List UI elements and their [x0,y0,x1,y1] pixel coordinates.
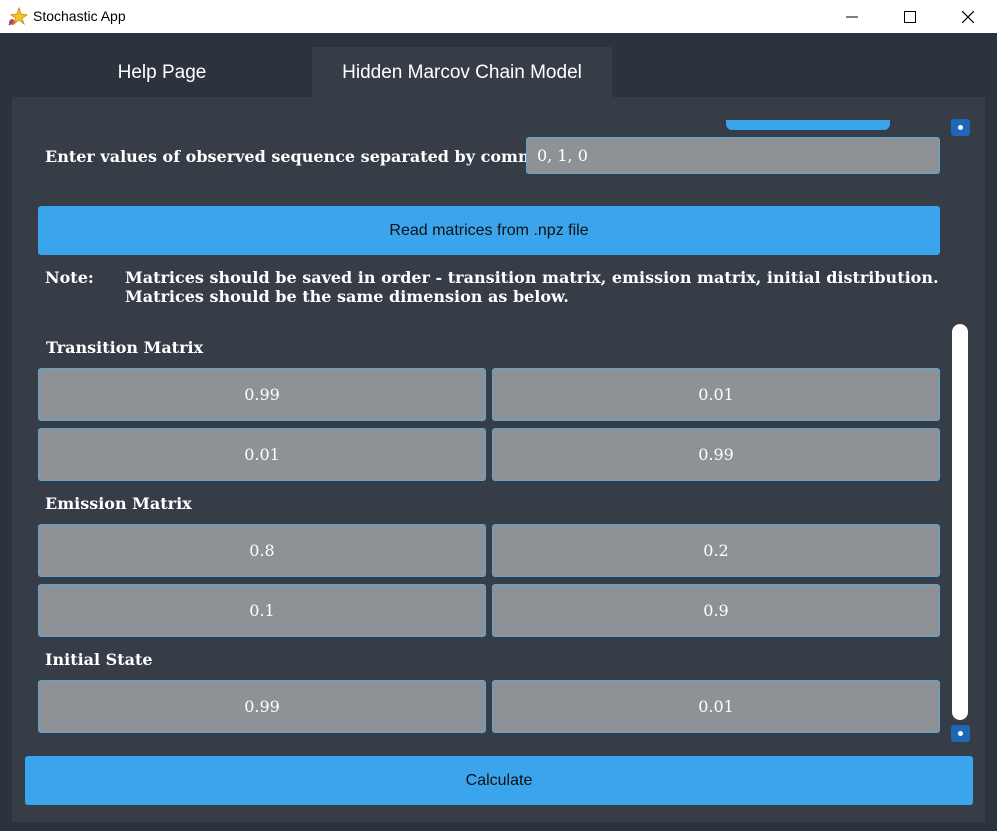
transition-cell-0-1[interactable]: 0.01 [492,368,940,421]
sequence-input[interactable] [526,137,940,174]
tab-bar: Help Page Hidden Marcov Chain Model [0,34,997,98]
scrollbar-thumb[interactable] [952,324,968,720]
transition-cell-1-1[interactable]: 0.99 [492,428,940,481]
tab-hidden-marcov-chain-model[interactable]: Hidden Marcov Chain Model [312,47,612,98]
title-bar: Stochastic App [0,0,997,33]
calculate-button[interactable]: Calculate [25,756,973,805]
close-icon [962,10,974,23]
sequence-label: Enter values of observed sequence separa… [45,147,557,166]
emission-matrix-title: Emission Matrix [45,494,192,513]
emission-cell-0-0[interactable]: 0.8 [38,524,486,577]
note-label: Note: [45,268,94,287]
note-text: Matrices should be saved in order - tran… [125,268,939,306]
read-matrices-button[interactable]: Read matrices from .npz file [38,206,940,255]
emission-cell-1-1[interactable]: 0.9 [492,584,940,637]
initial-state-title: Initial State [45,650,153,669]
note-line-2: Matrices should be the same dimension as… [125,287,569,306]
partially-scrolled-button[interactable] [726,120,890,130]
transition-matrix-title: Transition Matrix [46,338,204,357]
note-line-1: Matrices should be saved in order - tran… [125,268,939,287]
minimize-icon [846,16,858,17]
close-button[interactable] [939,0,997,33]
maximize-button[interactable] [881,0,939,33]
app-logo-icon [8,6,29,26]
emission-cell-1-0[interactable]: 0.1 [38,584,486,637]
emission-cell-0-1[interactable]: 0.2 [492,524,940,577]
minimize-button[interactable] [823,0,881,33]
initial-cell-1[interactable]: 0.01 [492,680,940,733]
window-title: Stochastic App [33,8,126,24]
scroll-up-button[interactable] [951,119,970,136]
transition-cell-1-0[interactable]: 0.01 [38,428,486,481]
transition-cell-0-0[interactable]: 0.99 [38,368,486,421]
initial-cell-0[interactable]: 0.99 [38,680,486,733]
maximize-icon [904,10,916,23]
tab-help-page[interactable]: Help Page [12,47,312,98]
scroll-down-button[interactable] [951,725,970,742]
